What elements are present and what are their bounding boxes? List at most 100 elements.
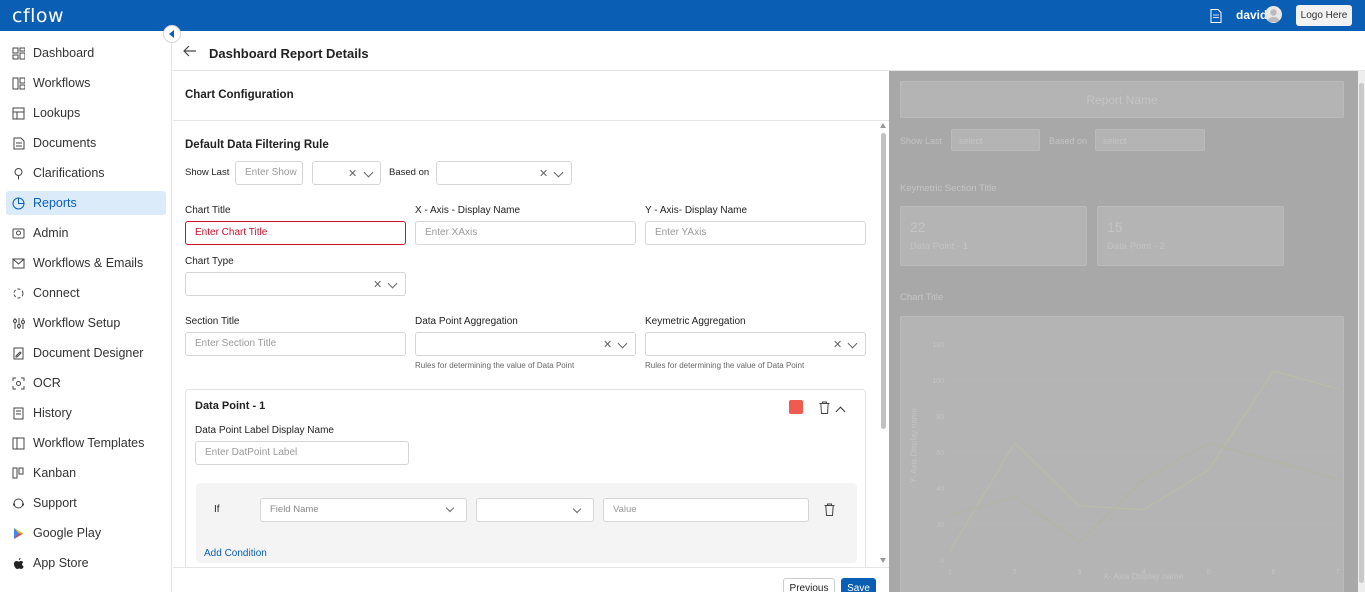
chart-title-input[interactable]: Enter Chart Title xyxy=(185,221,406,245)
show-last-input[interactable]: Enter Show xyxy=(235,161,303,185)
back-arrow-icon[interactable] xyxy=(183,45,197,57)
keymetric-2-value: 15 xyxy=(1107,219,1123,235)
x-tick-label: 3 xyxy=(1077,569,1081,576)
keymetric-section-title: Keymetric Section Title xyxy=(900,183,997,194)
operator-select[interactable] xyxy=(476,498,594,522)
clear-icon[interactable]: ✕ xyxy=(833,338,842,351)
sidebar-item-documents[interactable]: Documents xyxy=(6,131,166,155)
preview-based-on-label: Based on xyxy=(1049,136,1088,146)
previous-button[interactable]: Previous xyxy=(783,578,835,592)
y-tick-label: 20 xyxy=(936,522,944,529)
keymetric-card-2 xyxy=(1097,206,1284,266)
save-button[interactable]: Save xyxy=(841,578,876,592)
condition-box: If Field Name Value Add Condition xyxy=(196,483,857,563)
ocr-icon xyxy=(12,377,25,390)
delete-icon[interactable] xyxy=(819,401,830,414)
reports-icon xyxy=(12,197,25,210)
collapse-sidebar-button[interactable] xyxy=(163,25,181,43)
field-name-select[interactable]: Field Name xyxy=(260,498,467,522)
collapse-caret-icon[interactable] xyxy=(835,406,846,417)
clear-icon[interactable]: ✕ xyxy=(348,167,357,180)
sidebar-item-workflows-emails[interactable]: Workflows & Emails xyxy=(6,251,166,275)
document-icon[interactable] xyxy=(1210,9,1222,23)
chart-title-label: Chart Title xyxy=(185,205,231,216)
page-header: Dashboard Report Details xyxy=(173,31,1365,71)
sidebar-item-ocr[interactable]: OCR xyxy=(6,371,166,395)
chart-config-panel: Chart Configuration Default Data Filteri… xyxy=(173,71,889,592)
scroll-down-icon[interactable] xyxy=(880,558,886,563)
sidebar-item-workflow-setup[interactable]: Workflow Setup xyxy=(6,311,166,335)
chevron-down-icon xyxy=(847,338,858,349)
sidebar-item-label: Workflows & Emails xyxy=(33,256,144,270)
sidebar-item-label: Google Play xyxy=(33,526,102,540)
keymetric-agg-select[interactable]: ✕ xyxy=(645,332,866,356)
data-point-agg-select[interactable]: ✕ xyxy=(415,332,636,356)
y-tick-label: 60 xyxy=(936,450,944,457)
sidebar-item-label: Documents xyxy=(33,136,97,150)
config-scrollbar[interactable] xyxy=(879,123,887,567)
username[interactable]: david xyxy=(1236,8,1267,22)
scroll-up-icon[interactable] xyxy=(880,123,886,128)
filter-title: Default Data Filtering Rule xyxy=(185,139,329,151)
value-input[interactable]: Value xyxy=(603,498,809,522)
preview-show-last-label: Show Last xyxy=(900,136,943,146)
show-last-unit-select[interactable]: ✕ xyxy=(312,161,381,185)
dashboard-icon xyxy=(12,47,25,60)
based-on-select[interactable]: ✕ xyxy=(436,161,572,185)
keymetric-1-value: 22 xyxy=(910,219,926,235)
logo-here-button[interactable]: Logo Here xyxy=(1296,5,1352,26)
preview-line-chart: 0204060801001201 2 3 4 5 6 7 xyxy=(932,342,1340,576)
sidebar-item-document-designer[interactable]: Document Designer xyxy=(6,341,166,365)
sidebar-item-admin[interactable]: Admin xyxy=(6,221,166,245)
keymetric-agg-label: Keymetric Aggregation xyxy=(645,316,746,327)
apple-icon xyxy=(12,557,25,570)
config-footer: Previous Save xyxy=(173,567,889,592)
report-preview-panel: Report Name Show Last select Based on se… xyxy=(889,71,1365,592)
sidebar-item-connect[interactable]: Connect xyxy=(6,281,166,305)
clear-icon[interactable]: ✕ xyxy=(603,338,612,351)
y-axis-label: Y - Axis- Display Name xyxy=(645,205,748,216)
sidebar-item-history[interactable]: History xyxy=(6,401,166,425)
sidebar-item-google-play[interactable]: Google Play xyxy=(6,521,166,545)
preview-scrollbar[interactable] xyxy=(1358,71,1365,592)
preview-chart-title: Chart Title xyxy=(900,292,944,303)
workflows-icon xyxy=(12,77,25,90)
sidebar-item-reports[interactable]: Reports xyxy=(6,191,166,215)
sidebar-item-label: Admin xyxy=(33,226,69,240)
chart-type-select[interactable]: ✕ xyxy=(185,272,406,296)
kanban-icon xyxy=(12,467,25,480)
data-point-label-input[interactable]: Enter DatPoint Label xyxy=(195,441,409,465)
documents-icon xyxy=(12,137,25,150)
clear-icon[interactable]: ✕ xyxy=(539,167,548,180)
sidebar: Dashboard Workflows Lookups Documents Clarif… xyxy=(0,31,172,592)
clear-icon[interactable]: ✕ xyxy=(373,278,382,291)
x-tick-label: 2 xyxy=(1013,569,1017,576)
chevron-down-icon xyxy=(553,167,564,178)
sidebar-item-workflow-templates[interactable]: Workflow Templates xyxy=(6,431,166,455)
sidebar-item-dashboard[interactable]: Dashboard xyxy=(6,41,166,65)
x-tick-label: 6 xyxy=(1271,569,1275,576)
sidebar-item-label: OCR xyxy=(33,376,61,390)
y-axis-input[interactable]: Enter YAxis xyxy=(645,221,866,245)
report-name: Report Name xyxy=(1086,93,1158,107)
chevron-down-icon xyxy=(617,338,628,349)
cflow-logo[interactable]: cflow xyxy=(12,5,64,27)
avatar[interactable] xyxy=(1265,6,1282,23)
sidebar-item-lookups[interactable]: Lookups xyxy=(6,101,166,125)
sidebar-item-support[interactable]: Support xyxy=(6,491,166,515)
preview-scroll-thumb[interactable] xyxy=(1359,83,1364,583)
delete-condition-icon[interactable] xyxy=(824,503,835,516)
data-point-card: Data Point - 1 Data Point Label Display … xyxy=(185,389,866,567)
config-scroll-area: Default Data Filtering Rule Show Last En… xyxy=(173,121,889,567)
sidebar-item-app-store[interactable]: App Store xyxy=(6,551,166,575)
sidebar-item-kanban[interactable]: Kanban xyxy=(6,461,166,485)
x-axis-input[interactable]: Enter XAxis xyxy=(415,221,636,245)
x-tick-label: 7 xyxy=(1336,569,1340,576)
section-title-input[interactable]: Enter Section Title xyxy=(185,332,406,356)
add-condition-link[interactable]: Add Condition xyxy=(204,548,267,559)
sidebar-item-label: Dashboard xyxy=(33,46,95,60)
data-point-color-picker[interactable] xyxy=(789,400,803,414)
scroll-thumb[interactable] xyxy=(881,133,886,429)
sidebar-item-clarifications[interactable]: Clarifications xyxy=(6,161,166,185)
sidebar-item-workflows[interactable]: Workflows xyxy=(6,71,166,95)
